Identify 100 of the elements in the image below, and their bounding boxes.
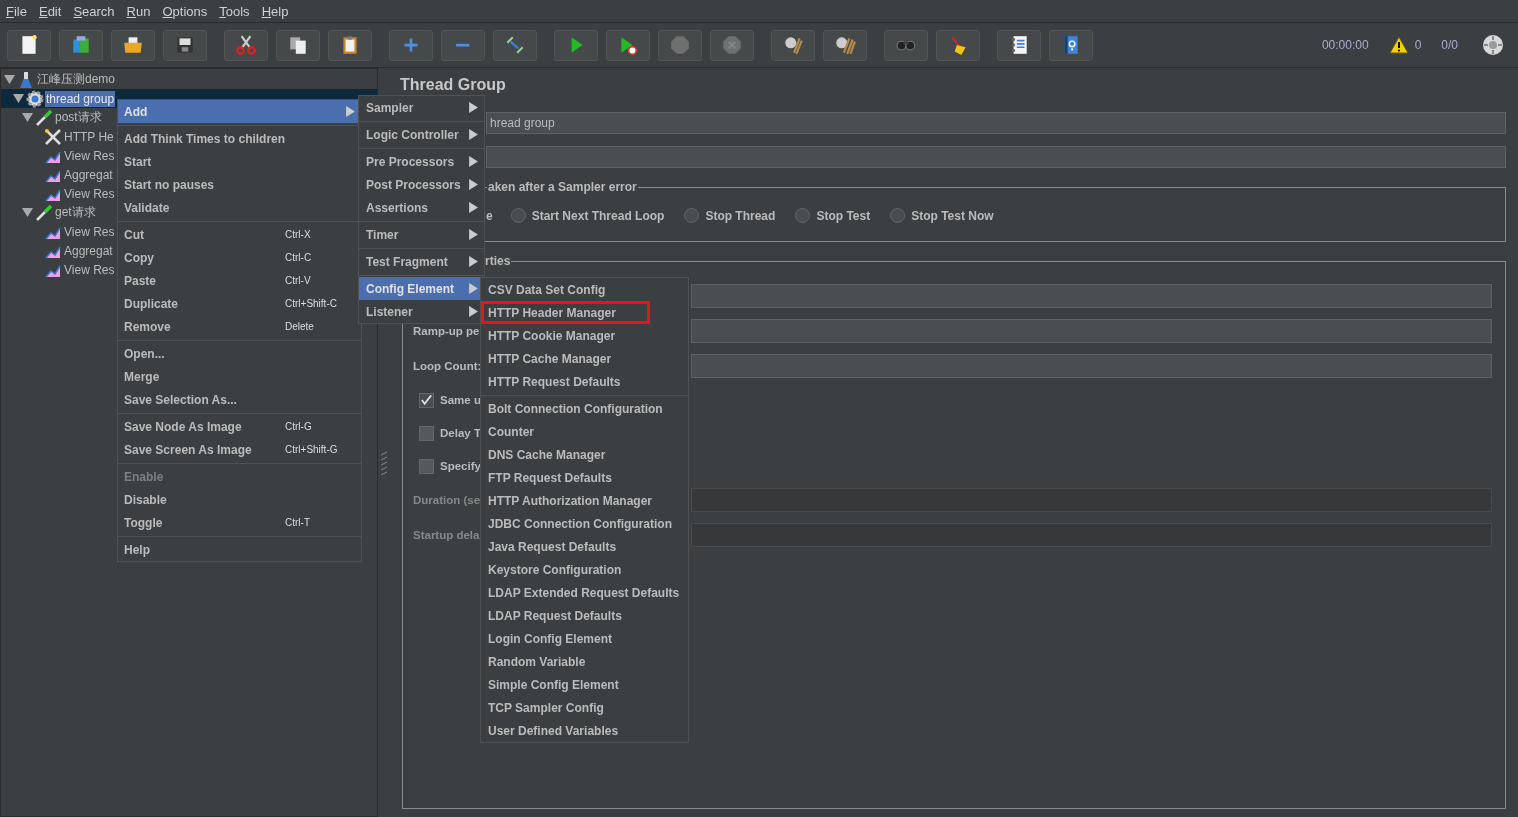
menu-item[interactable]: JDBC Connection Configuration bbox=[481, 512, 688, 535]
paste-button[interactable] bbox=[328, 29, 372, 61]
tree-node[interactable]: View Res bbox=[63, 261, 116, 278]
menu-item[interactable]: Start bbox=[118, 150, 361, 173]
menu-item[interactable]: Counter bbox=[481, 420, 688, 443]
menu-item[interactable]: Sampler bbox=[359, 96, 484, 119]
expand-toggle-icon[interactable] bbox=[22, 207, 33, 218]
field-label: Ramp-up pe bbox=[413, 325, 480, 337]
menu-item[interactable]: Assertions bbox=[359, 196, 484, 219]
menu-item[interactable]: Open... bbox=[118, 342, 361, 365]
save-button[interactable] bbox=[163, 29, 207, 61]
menu-item[interactable]: Pre Processors bbox=[359, 150, 484, 173]
function-helper-button[interactable] bbox=[997, 29, 1041, 61]
menu-item[interactable]: FTP Request Defaults bbox=[481, 466, 688, 489]
radio-button[interactable] bbox=[684, 208, 700, 223]
toggle-button[interactable] bbox=[493, 29, 537, 61]
menu-item[interactable]: Toggle Ctrl-T bbox=[118, 511, 361, 534]
templates-button[interactable] bbox=[59, 29, 103, 61]
clear-button[interactable] bbox=[771, 29, 815, 61]
help-button[interactable] bbox=[1049, 29, 1093, 61]
tree-node[interactable]: get请求 bbox=[54, 203, 97, 222]
menu-item[interactable]: Keystore Configuration bbox=[481, 558, 688, 581]
open-button[interactable] bbox=[111, 29, 155, 61]
checkbox[interactable] bbox=[419, 458, 434, 474]
menu-item[interactable]: Test Fragment bbox=[359, 250, 484, 273]
menu-item[interactable]: Login Config Element bbox=[481, 627, 688, 650]
input-field[interactable] bbox=[691, 354, 1492, 378]
menu-item[interactable]: Help bbox=[261, 3, 289, 19]
menu-item[interactable]: Listener bbox=[359, 300, 484, 323]
menu-item[interactable]: LDAP Extended Request Defaults bbox=[481, 581, 688, 604]
menu-item[interactable]: HTTP Cache Manager bbox=[481, 347, 688, 370]
menu-item[interactable]: Add Think Times to children bbox=[118, 127, 361, 150]
input-field[interactable] bbox=[691, 284, 1492, 308]
menu-item[interactable]: Options bbox=[162, 3, 208, 19]
menu-item[interactable]: TCP Sampler Config bbox=[481, 696, 688, 719]
tree-node[interactable]: post请求 bbox=[54, 108, 103, 127]
checkbox[interactable] bbox=[419, 392, 434, 408]
tree-node[interactable]: View Res bbox=[63, 223, 116, 240]
menu-item[interactable]: Run bbox=[126, 3, 151, 19]
menu-item[interactable]: Search bbox=[73, 3, 115, 19]
menu-item[interactable]: Post Processors bbox=[359, 173, 484, 196]
reset-search-button[interactable] bbox=[936, 29, 980, 61]
menu-item[interactable]: Copy Ctrl-C bbox=[118, 246, 361, 269]
menu-item[interactable]: File bbox=[6, 3, 27, 19]
menu-item[interactable]: HTTP Cookie Manager bbox=[481, 324, 688, 347]
tree-node[interactable]: HTTP He bbox=[63, 128, 115, 145]
menu-item[interactable]: DNS Cache Manager bbox=[481, 443, 688, 466]
menu-item[interactable]: Java Request Defaults bbox=[481, 535, 688, 558]
expand-button[interactable] bbox=[389, 29, 433, 61]
menu-item[interactable]: Edit bbox=[38, 3, 62, 19]
tree-node[interactable]: View Res bbox=[63, 147, 116, 164]
tree-node[interactable]: 江峰压测demo bbox=[36, 70, 117, 89]
menu-item[interactable]: Help bbox=[118, 538, 361, 561]
expand-toggle-icon[interactable] bbox=[22, 112, 33, 123]
menu-item[interactable]: Add bbox=[118, 100, 361, 123]
menu-item[interactable]: Random Variable bbox=[481, 650, 688, 673]
menu-item[interactable]: Duplicate Ctrl+Shift-C bbox=[118, 292, 361, 315]
clear-all-button[interactable] bbox=[823, 29, 867, 61]
menu-item[interactable]: Bolt Connection Configuration bbox=[481, 397, 688, 420]
menu-item[interactable]: Tools bbox=[219, 3, 250, 19]
menu-item[interactable]: User Defined Variables bbox=[481, 719, 688, 742]
comments-field[interactable] bbox=[486, 146, 1506, 168]
expand-toggle-icon[interactable] bbox=[13, 93, 24, 104]
menu-item[interactable]: Remove Delete bbox=[118, 315, 361, 338]
menu-item[interactable]: LDAP Request Defaults bbox=[481, 604, 688, 627]
menu-item[interactable]: Save Selection As... bbox=[118, 388, 361, 411]
menu-item[interactable]: CSV Data Set Config bbox=[481, 278, 688, 301]
menu-item[interactable]: Validate bbox=[118, 196, 361, 219]
start-no-pauses-button[interactable] bbox=[606, 29, 650, 61]
menu-item[interactable]: HTTP Authorization Manager bbox=[481, 489, 688, 512]
checkbox[interactable] bbox=[419, 425, 434, 441]
expand-toggle-icon[interactable] bbox=[4, 74, 15, 85]
menu-item[interactable]: Start no pauses bbox=[118, 173, 361, 196]
menu-item[interactable]: Save Screen As Image Ctrl+Shift-G bbox=[118, 438, 361, 461]
search-button[interactable] bbox=[884, 29, 928, 61]
menu-item[interactable]: Disable bbox=[118, 488, 361, 511]
menu-item[interactable]: Save Node As Image Ctrl-G bbox=[118, 415, 361, 438]
tree-node[interactable]: Aggregat bbox=[63, 242, 114, 259]
tree-node[interactable]: View Res bbox=[63, 185, 116, 202]
menu-item[interactable]: Paste Ctrl-V bbox=[118, 269, 361, 292]
menu-item[interactable]: Timer bbox=[359, 223, 484, 246]
tree-node[interactable]: thread group bbox=[45, 90, 116, 107]
splitter-grip-icon[interactable] bbox=[381, 450, 387, 475]
menu-item[interactable]: Simple Config Element bbox=[481, 673, 688, 696]
radio-button[interactable] bbox=[890, 208, 906, 223]
menu-item[interactable]: Cut Ctrl-X bbox=[118, 223, 361, 246]
name-field[interactable]: hread group bbox=[486, 112, 1506, 134]
copy-button[interactable] bbox=[276, 29, 320, 61]
radio-button[interactable] bbox=[795, 208, 811, 223]
menu-item[interactable]: Logic Controller bbox=[359, 123, 484, 146]
cut-button[interactable] bbox=[224, 29, 268, 61]
start-button[interactable] bbox=[554, 29, 598, 61]
menu-item[interactable]: HTTP Request Defaults bbox=[481, 370, 688, 393]
radio-button[interactable] bbox=[510, 208, 526, 223]
menu-item[interactable]: HTTP Header Manager bbox=[481, 301, 650, 324]
input-field[interactable] bbox=[691, 319, 1492, 343]
checkbox-label: Specify bbox=[440, 460, 481, 472]
menu-item[interactable]: Merge bbox=[118, 365, 361, 388]
new-button[interactable] bbox=[7, 29, 51, 61]
tree-node[interactable]: Aggregat bbox=[63, 166, 114, 183]
